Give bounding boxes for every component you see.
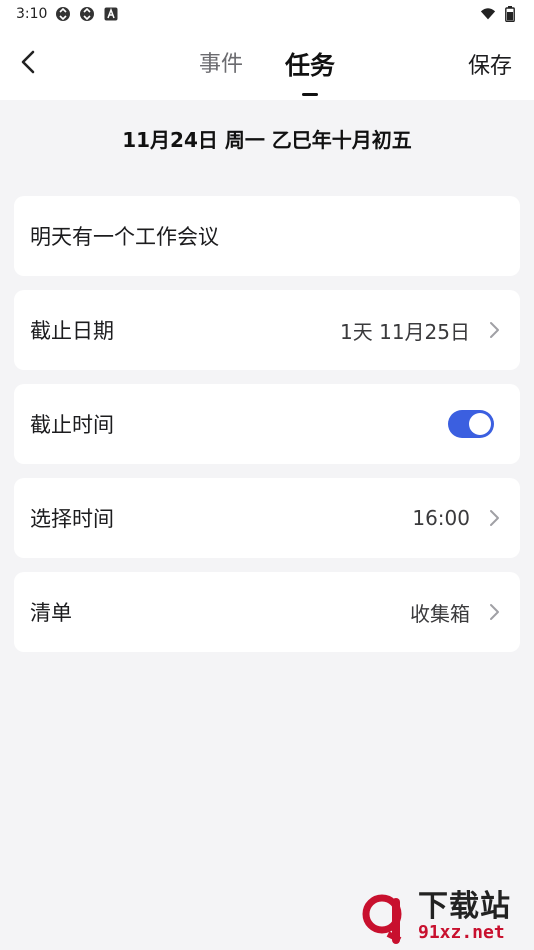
watermark-text: 下载站 91xz.net: [418, 892, 511, 942]
select-time-value: 16:00: [412, 506, 470, 530]
tab-indicator: [302, 93, 318, 96]
date-line: 11月24日 周一 乙巳年十月初五: [122, 128, 412, 152]
tab-task[interactable]: 任务: [283, 46, 337, 96]
tab-event-label: 事件: [198, 52, 243, 77]
tab-task-label: 任务: [285, 51, 336, 80]
list-row[interactable]: 清单 收集箱: [14, 572, 520, 652]
watermark-cn: 下载站: [418, 889, 511, 924]
deadline-time-toggle[interactable]: [448, 410, 494, 438]
sync-icon-2: [79, 6, 95, 22]
wifi-icon: [480, 6, 496, 22]
header: 事件 任务 保存: [0, 28, 534, 100]
task-title-input[interactable]: [30, 224, 504, 248]
a-icon: [103, 6, 119, 22]
deadline-date-row[interactable]: 截止日期 1天 11月25日: [14, 290, 520, 370]
status-bar: 3:10: [0, 0, 534, 28]
status-time: 3:10: [16, 6, 48, 22]
save-button[interactable]: 保存: [468, 48, 512, 80]
chevron-right-icon: [484, 320, 504, 340]
chevron-right-icon: [484, 602, 504, 622]
select-time-row[interactable]: 选择时间 16:00: [14, 478, 520, 558]
toggle-knob: [469, 413, 491, 435]
deadline-date-value: 1天 11月25日: [340, 319, 470, 344]
sync-icon: [55, 6, 71, 22]
tab-bar: 事件 任务: [0, 46, 534, 96]
select-time-label: 选择时间: [30, 507, 114, 531]
status-right: [480, 6, 518, 22]
status-left: 3:10: [16, 6, 119, 22]
watermark-url: 91xz.net: [418, 922, 505, 943]
deadline-time-label: 截止时间: [30, 413, 114, 437]
chevron-right-icon: [484, 508, 504, 528]
battery-icon: [502, 6, 518, 22]
watermark: 下载站 91xz.net: [360, 888, 528, 946]
deadline-date-label: 截止日期: [30, 319, 114, 343]
tab-event[interactable]: 事件: [197, 46, 245, 86]
task-title-card: [14, 196, 520, 276]
deadline-time-row: 截止时间: [14, 384, 520, 464]
watermark-logo-icon: [362, 894, 402, 944]
list-value: 收集箱: [410, 601, 470, 626]
list-label: 清单: [30, 601, 72, 625]
